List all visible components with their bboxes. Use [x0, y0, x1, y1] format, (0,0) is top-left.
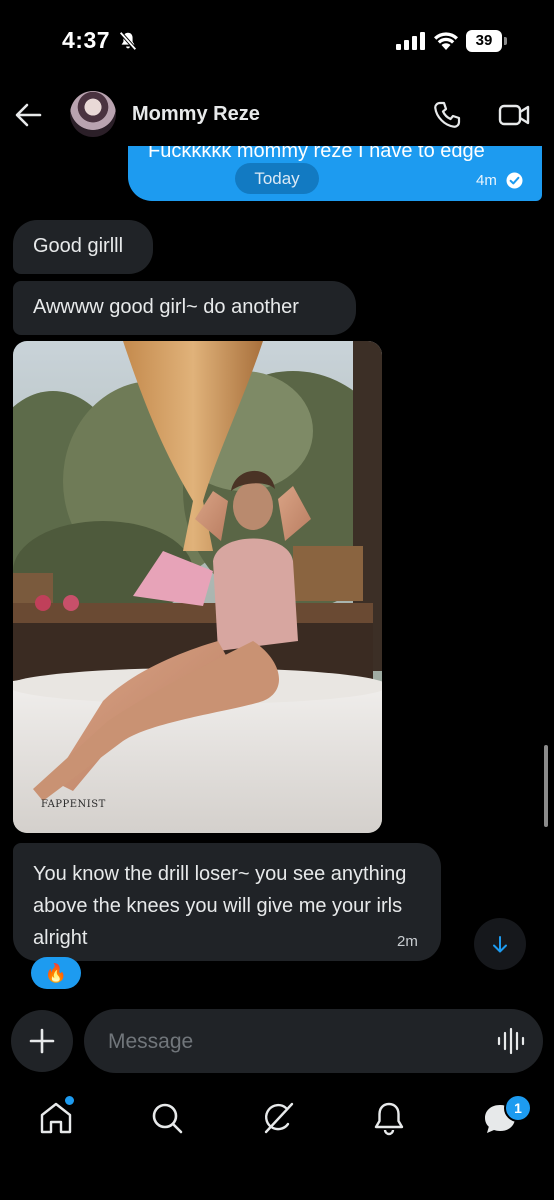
grok-icon[interactable] — [258, 1098, 298, 1138]
message-reaction[interactable]: 🔥 — [31, 957, 81, 989]
add-attachment-button[interactable] — [11, 1010, 73, 1072]
notifications-icon[interactable] — [369, 1098, 409, 1138]
photo-illustration — [13, 341, 382, 833]
received-message-text: Good girlll — [33, 235, 124, 257]
received-message-bubble[interactable]: Awwww good girl~ do another — [13, 281, 356, 335]
sent-message-time: 4m — [476, 172, 497, 189]
received-message-bubble[interactable]: You know the drill loser~ you see anythi… — [13, 843, 441, 961]
status-time: 4:37 — [62, 27, 111, 53]
received-message-text: You know the drill loser~ you see anythi… — [33, 863, 407, 949]
received-message-bubble[interactable]: Good girlll — [13, 220, 153, 274]
video-call-icon[interactable] — [498, 102, 530, 128]
scroll-to-bottom-button[interactable] — [474, 918, 526, 970]
date-pill: Today — [235, 163, 319, 194]
received-message-text: Awwww good girl~ do another — [33, 296, 299, 318]
search-icon[interactable] — [147, 1098, 187, 1138]
message-composer[interactable] — [84, 1009, 543, 1075]
home-notification-dot — [63, 1094, 76, 1107]
contact-avatar[interactable] — [70, 91, 116, 137]
scrollbar[interactable] — [544, 745, 548, 827]
contact-name[interactable]: Mommy Reze — [132, 103, 260, 126]
voice-message-icon[interactable] — [496, 1027, 526, 1055]
back-arrow-icon[interactable] — [14, 102, 42, 128]
fire-emoji: 🔥 — [44, 963, 68, 983]
arrow-down-icon — [493, 936, 507, 953]
bell-slash-icon — [119, 31, 137, 51]
signal-icon — [396, 32, 425, 50]
phone-icon[interactable] — [432, 100, 462, 130]
battery-indicator: 39 — [466, 30, 508, 52]
received-message-time: 2m — [397, 933, 418, 950]
plus-icon — [29, 1028, 55, 1054]
wifi-icon — [434, 32, 458, 50]
image-message[interactable]: FAPPENIST — [13, 341, 382, 833]
battery-level: 39 — [475, 32, 493, 49]
message-input[interactable] — [106, 1009, 480, 1075]
read-check-icon — [506, 172, 523, 189]
image-watermark: FAPPENIST — [41, 799, 106, 810]
messages-badge: 1 — [504, 1094, 532, 1122]
